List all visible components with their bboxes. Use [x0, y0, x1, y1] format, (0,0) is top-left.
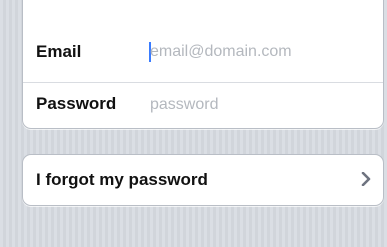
chevron-right-icon: [361, 172, 371, 186]
password-label: Password: [36, 94, 117, 113]
email-field[interactable]: [150, 41, 370, 63]
login-form-group: Email Password: [22, 0, 384, 129]
forgot-password-button[interactable]: I forgot my password: [23, 155, 383, 205]
forgot-password-group: I forgot my password: [22, 154, 384, 206]
password-field[interactable]: [150, 94, 370, 116]
email-row[interactable]: Email: [23, 0, 383, 83]
password-row[interactable]: Password: [23, 83, 383, 128]
email-label: Email: [36, 42, 82, 61]
forgot-password-label: I forgot my password: [36, 170, 208, 189]
